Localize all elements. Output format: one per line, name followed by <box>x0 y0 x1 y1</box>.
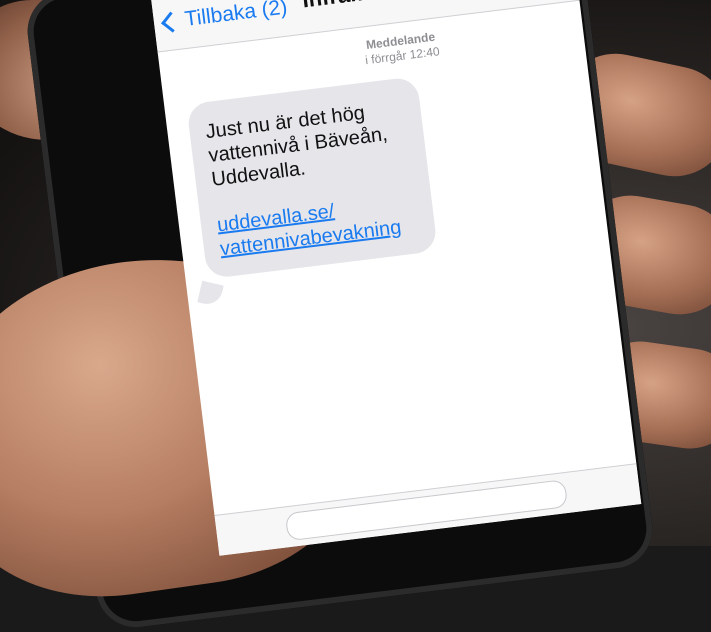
bubble-tail <box>197 280 224 308</box>
conversation-title: Inframe <box>301 0 383 13</box>
back-button-label: Tillbaka (2) <box>183 0 289 31</box>
phone-screen: Tillbaka (2) Inframe Meddelande i förrgå… <box>150 0 642 556</box>
message-text: Just nu är det hög vattennivå i Bäveån, … <box>204 101 389 191</box>
back-button[interactable]: Tillbaka (2) <box>159 0 289 35</box>
chevron-left-icon <box>160 11 183 33</box>
message-link[interactable]: uddevalla.se/ vattennivabevakning <box>216 189 422 261</box>
message-bubble[interactable]: Just nu är det hög vattennivå i Bäveån, … <box>186 76 438 280</box>
